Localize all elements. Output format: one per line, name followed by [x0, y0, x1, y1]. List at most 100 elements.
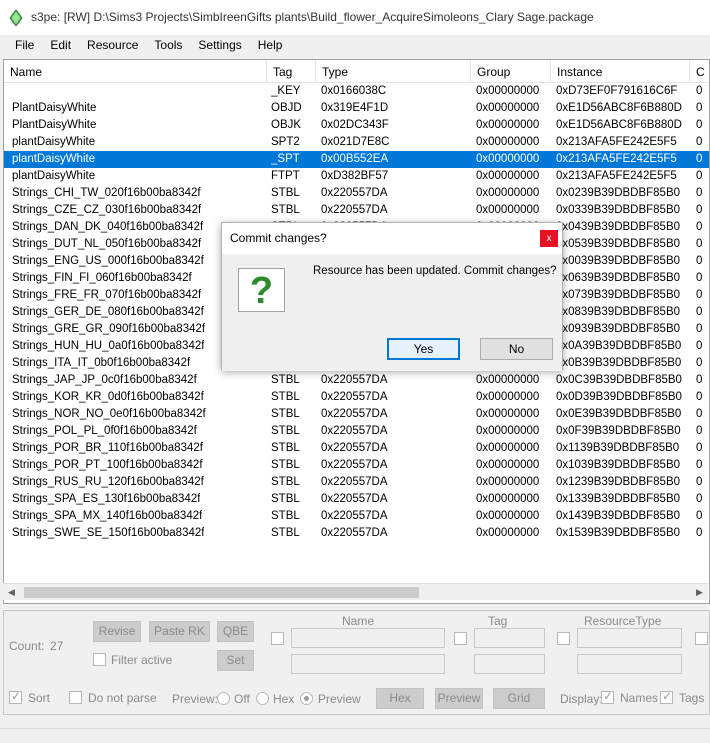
row-instance-cell: 0x0339B39DBDBF85B0 — [556, 204, 681, 216]
row-group-cell: 0x00000000 — [476, 170, 540, 182]
menu-resource[interactable]: Resource — [79, 35, 146, 56]
row-c-cell: 0 — [696, 272, 703, 284]
name-filter-checkbox[interactable] — [271, 632, 284, 645]
paste-rk-button[interactable]: Paste RK — [149, 621, 210, 642]
table-row[interactable]: Strings_POR_BR_110f16b00ba8342f STBL 0x220… — [4, 440, 709, 457]
row-group-cell: 0x00000000 — [476, 136, 540, 148]
row-name-cell: Strings_DAN_DK_040f16b00ba8342f — [12, 221, 204, 233]
table-row[interactable]: Strings_SPA_ES_130f16b00ba8342f STBL 0x220… — [4, 491, 709, 508]
resource-type-filter-checkbox[interactable] — [557, 632, 570, 645]
row-c-cell: 0 — [696, 153, 703, 165]
title-bar: s3pe: [RW] D:\Sims3 Projects\SimbIreenGi… — [0, 0, 710, 35]
column-header-c[interactable]: C — [690, 60, 709, 83]
row-tag-cell: OBJK — [271, 119, 302, 131]
column-header-type[interactable]: Type — [316, 60, 471, 83]
row-instance-cell: 0x0239B39DBDBF85B0 — [556, 187, 681, 199]
set-button[interactable]: Set — [217, 650, 254, 671]
grid-button[interactable]: Grid — [493, 688, 545, 709]
row-group-cell: 0x00000000 — [476, 102, 540, 114]
qbe-button[interactable]: QBE — [217, 621, 254, 642]
name-value-input[interactable] — [291, 654, 445, 674]
name-filter-input[interactable] — [291, 628, 445, 648]
preview-hex-label: Hex — [273, 692, 295, 706]
column-header-tag[interactable]: Tag — [267, 60, 316, 83]
no-button[interactable]: No — [480, 338, 553, 360]
table-row[interactable]: Strings_CHI_TW_020f16b00ba8342f STBL 0x220… — [4, 185, 709, 202]
row-instance-cell: 0x0439B39DBDBF85B0 — [556, 221, 681, 233]
tag-filter-input[interactable] — [474, 628, 545, 648]
dialog-title-bar: Commit changes? x — [222, 223, 562, 254]
menu-edit[interactable]: Edit — [42, 35, 79, 56]
dialog-title: Commit changes? — [230, 231, 327, 245]
row-type-cell: 0x220557DA — [321, 442, 388, 454]
do-not-parse-checkbox[interactable] — [69, 691, 82, 704]
sort-checkbox[interactable] — [9, 689, 22, 704]
table-row[interactable]: Strings_KOR_KR_0d0f16b00ba8342f STBL 0x220… — [4, 389, 709, 406]
table-row[interactable]: _KEY 0x0166038C 0x00000000 0xD73EF0F791616C… — [4, 83, 709, 100]
table-row-selected[interactable]: plantDaisyWhite _SPT 0x00B552EA 0x00000000 0… — [4, 151, 709, 168]
table-row[interactable]: PlantDaisyWhite OBJK 0x02DC343F 0x00000000 0… — [4, 117, 709, 134]
row-tag-cell: STBL — [271, 204, 300, 216]
yes-button[interactable]: Yes — [387, 338, 460, 360]
scroll-right-icon[interactable]: ▶ — [691, 584, 708, 601]
scroll-left-icon[interactable]: ◀ — [3, 584, 20, 601]
row-c-cell: 0 — [696, 391, 703, 403]
row-tag-cell: STBL — [271, 187, 300, 199]
hex-button[interactable]: Hex — [376, 688, 424, 709]
filter-active-checkbox[interactable] — [93, 653, 106, 666]
display-names-checkbox[interactable] — [601, 689, 614, 704]
display-names-label: Names — [620, 691, 659, 705]
row-c-cell: 0 — [696, 442, 703, 454]
row-group-cell: 0x00000000 — [476, 493, 540, 505]
status-bar — [0, 728, 710, 743]
row-tag-cell: STBL — [271, 425, 300, 437]
preview-hex-radio[interactable] — [256, 692, 269, 705]
row-name-cell: Strings_FRE_FR_070f16b00ba8342f — [12, 289, 202, 301]
row-instance-cell: 0xD73EF0F791616C6F — [556, 85, 678, 97]
preview-preview-radio[interactable] — [300, 692, 313, 705]
row-c-cell: 0 — [696, 289, 703, 301]
row-c-cell: 0 — [696, 204, 703, 216]
row-tag-cell: STBL — [271, 391, 300, 403]
tag-filter-checkbox[interactable] — [454, 632, 467, 645]
filter-panel: Count: 27 Revise Paste RK QBE Filter act… — [3, 610, 710, 715]
table-row[interactable]: plantDaisyWhite FTPT 0xD382BF57 0x00000000 0… — [4, 168, 709, 185]
column-header-group[interactable]: Group — [471, 60, 551, 83]
close-icon[interactable]: x — [540, 230, 558, 247]
column-header-name[interactable]: Name — [4, 60, 267, 83]
menu-settings[interactable]: Settings — [190, 35, 249, 56]
table-row[interactable]: PlantDaisyWhite OBJD 0x319E4F1D 0x00000000 0… — [4, 100, 709, 117]
table-row[interactable]: Strings_POR_PT_100f16b00ba8342f STBL 0x220… — [4, 457, 709, 474]
menu-file[interactable]: File — [0, 35, 42, 56]
table-row[interactable]: Strings_JAP_JP_0c0f16b00ba8342f STBL 0x220… — [4, 372, 709, 389]
menu-help[interactable]: Help — [250, 35, 291, 56]
row-group-cell: 0x00000000 — [476, 374, 540, 386]
horizontal-scrollbar[interactable]: ◀ ▶ — [3, 583, 708, 600]
preview-off-radio[interactable] — [217, 692, 230, 705]
column-header-instance[interactable]: Instance — [551, 60, 690, 83]
table-row[interactable]: Strings_POL_PL_0f0f16b00ba8342f STBL 0x220… — [4, 423, 709, 440]
resource-type-filter-input[interactable] — [577, 628, 682, 648]
table-row[interactable]: Strings_SPA_MX_140f16b00ba8342f STBL 0x220… — [4, 508, 709, 525]
row-instance-cell: 0x0539B39DBDBF85B0 — [556, 238, 681, 250]
table-row[interactable]: Strings_RUS_RU_120f16b00ba8342f STBL 0x220… — [4, 474, 709, 491]
row-name-cell: plantDaisyWhite — [12, 170, 96, 182]
row-c-cell: 0 — [696, 340, 703, 352]
row-group-cell: 0x00000000 — [476, 187, 540, 199]
row-name-cell: Strings_POR_BR_110f16b00ba8342f — [12, 442, 203, 454]
row-group-cell: 0x00000000 — [476, 442, 540, 454]
resource-type-value-input[interactable] — [577, 654, 682, 674]
menu-tools[interactable]: Tools — [146, 35, 190, 56]
table-row[interactable]: Strings_NOR_NO_0e0f16b00ba8342f STBL 0x220… — [4, 406, 709, 423]
table-row[interactable]: Strings_CZE_CZ_030f16b00ba8342f STBL 0x220… — [4, 202, 709, 219]
table-row[interactable]: Strings_SWE_SE_150f16b00ba8342f STBL 0x220… — [4, 525, 709, 542]
group-filter-checkbox[interactable] — [695, 632, 708, 645]
revise-button[interactable]: Revise — [93, 621, 141, 642]
table-row[interactable]: plantDaisyWhite SPT2 0x021D7E8C 0x00000000 0… — [4, 134, 709, 151]
preview-button[interactable]: Preview — [435, 688, 483, 709]
tag-value-input[interactable] — [474, 654, 545, 674]
row-type-cell: 0x220557DA — [321, 187, 388, 199]
display-tags-checkbox[interactable] — [660, 689, 673, 704]
scrollbar-thumb[interactable] — [24, 587, 419, 598]
row-instance-cell: 0x0A39B39DBDBF85B0 — [556, 340, 682, 352]
